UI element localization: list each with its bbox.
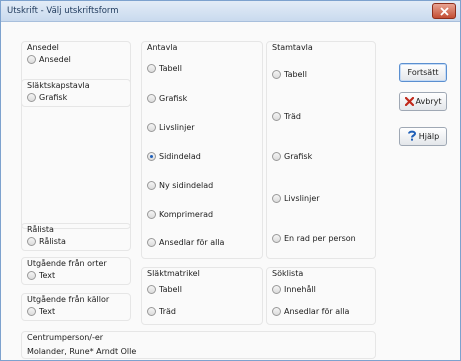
kallor-legend: Utgående från källor — [27, 295, 110, 304]
radio-dot — [272, 285, 281, 294]
radio-dot — [147, 64, 156, 73]
radio-antavla-komprimerad[interactable]: Komprimerad — [147, 210, 213, 219]
radio-label: En rad per person — [284, 234, 356, 243]
antavla-legend: Antavla — [147, 43, 178, 52]
radio-label: Ny sidindelad — [159, 181, 214, 190]
radio-label: Tabell — [284, 70, 307, 79]
radio-dot — [27, 271, 36, 280]
radio-label: Ansedlar för alla — [159, 238, 225, 247]
cancel-label: Avbryt — [415, 97, 442, 106]
radio-stamtavla-tabell[interactable]: Tabell — [272, 70, 307, 79]
centrumperson-value[interactable]: Molander, Rune* Arndt Olle — [27, 347, 136, 356]
radio-label: Träd — [159, 307, 176, 316]
radio-dot — [272, 234, 281, 243]
radio-slaktskapstavla-grafisk[interactable]: Grafisk — [27, 93, 67, 102]
radio-dot — [147, 210, 156, 219]
radio-ralista[interactable]: Rålista — [27, 237, 66, 246]
stamtavla-legend: Stamtavla — [272, 43, 313, 52]
continue-label: Fortsätt — [407, 68, 439, 77]
radio-dot — [147, 238, 156, 247]
radio-dot — [272, 112, 281, 121]
radio-matrikel-trad[interactable]: Träd — [147, 307, 176, 316]
radio-label: Text — [39, 271, 56, 280]
radio-dot — [147, 285, 156, 294]
radio-dot — [147, 94, 156, 103]
ansedel-legend: Ansedel — [27, 43, 59, 52]
radio-dot — [147, 307, 156, 316]
radio-dot — [27, 93, 36, 102]
radio-label: Grafisk — [39, 93, 68, 102]
radio-label: Grafisk — [159, 94, 188, 103]
radio-stamtavla-grafisk[interactable]: Grafisk — [272, 152, 312, 161]
close-button[interactable] — [432, 3, 456, 19]
slaktmatrikel-legend: Släktmatrikel — [147, 269, 200, 278]
orter-legend: Utgående från orter — [27, 259, 107, 268]
radio-antavla-ansedlar[interactable]: Ansedlar för alla — [147, 238, 224, 247]
radio-label: Grafisk — [284, 152, 313, 161]
radio-label: Text — [39, 307, 56, 316]
radio-dot — [27, 237, 36, 246]
help-question-icon — [407, 130, 416, 141]
cancel-button[interactable]: Avbryt — [399, 92, 447, 111]
antavla-group — [141, 41, 263, 259]
radio-label: Träd — [284, 112, 301, 121]
radio-label: Sidindelad — [159, 152, 201, 161]
radio-antavla-livslinjer[interactable]: Livslinjer — [147, 123, 195, 132]
radio-dot — [272, 307, 281, 316]
radio-antavla-ny-sidindelad[interactable]: Ny sidindelad — [147, 181, 213, 190]
radio-stamtavla-livslinjer[interactable]: Livslinjer — [272, 194, 320, 203]
radio-dot — [147, 181, 156, 190]
radio-antavla-sidindelad[interactable]: Sidindelad — [147, 152, 201, 161]
radio-ansedel[interactable]: Ansedel — [27, 55, 71, 64]
help-label: Hjälp — [418, 132, 440, 141]
radio-dot — [27, 55, 36, 64]
centrumperson-legend: Centrumperson/-er — [27, 333, 104, 342]
radio-label: Livslinjer — [159, 123, 195, 132]
window-title: Utskrift - Välj utskriftsform — [7, 6, 119, 16]
print-dialog: Utskrift - Välj utskriftsform Ansedel An… — [0, 0, 461, 361]
radio-label: Ansedlar för alla — [284, 307, 350, 316]
radio-dot — [147, 123, 156, 132]
radio-soklista-ansedlar[interactable]: Ansedlar för alla — [272, 307, 349, 316]
radio-label: Tabell — [159, 285, 182, 294]
radio-label: Tabell — [159, 64, 182, 73]
radio-dot-selected — [147, 152, 156, 161]
soklista-legend: Söklista — [272, 269, 304, 278]
radio-label: Rålista — [39, 237, 66, 246]
radio-antavla-grafisk[interactable]: Grafisk — [147, 94, 187, 103]
radio-antavla-tabell[interactable]: Tabell — [147, 64, 182, 73]
radio-dot — [27, 307, 36, 316]
radio-label: Komprimerad — [159, 210, 214, 219]
radio-dot — [272, 152, 281, 161]
continue-button[interactable]: Fortsätt — [399, 63, 447, 82]
radio-orter-text[interactable]: Text — [27, 271, 55, 280]
radio-dot — [272, 70, 281, 79]
radio-stamtavla-en-rad[interactable]: En rad per person — [272, 234, 356, 243]
slaktskapstavla-legend: Släktskapstavla — [27, 81, 90, 90]
radio-kallor-text[interactable]: Text — [27, 307, 55, 316]
radio-dot — [272, 194, 281, 203]
help-button[interactable]: Hjälp — [399, 127, 447, 146]
radio-stamtavla-trad[interactable]: Träd — [272, 112, 301, 121]
cancel-x-icon — [404, 97, 414, 106]
radio-label: Innehåll — [284, 285, 316, 294]
radio-label: Ansedel — [39, 55, 71, 64]
radio-matrikel-tabell[interactable]: Tabell — [147, 285, 182, 294]
ansedel-group — [21, 41, 131, 229]
radio-soklista-innehall[interactable]: Innehåll — [272, 285, 316, 294]
close-icon — [440, 7, 449, 16]
ralista-legend: Rålista — [27, 225, 54, 234]
radio-label: Livslinjer — [284, 194, 320, 203]
title-bar: Utskrift - Välj utskriftsform — [1, 1, 460, 22]
